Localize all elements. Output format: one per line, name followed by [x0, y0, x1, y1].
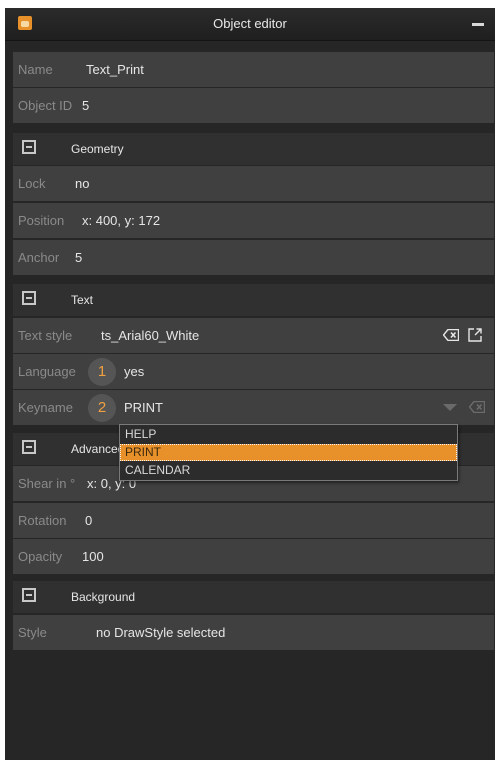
window-title: Object editor	[213, 16, 287, 31]
keyname-label: Keyname	[18, 400, 73, 415]
text-section-header[interactable]: Text	[13, 284, 494, 316]
step-badge: 1	[88, 358, 116, 386]
style-label: Style	[18, 625, 47, 640]
position-row: Position x: 400, y: 172	[13, 203, 494, 238]
dropdown-option[interactable]: CALENDAR	[120, 462, 457, 479]
lock-value[interactable]: no	[75, 166, 89, 201]
rotation-label: Rotation	[18, 513, 67, 528]
rotation-value[interactable]: 0	[85, 503, 92, 538]
collapse-icon[interactable]	[22, 291, 36, 305]
lock-label: Lock	[18, 176, 46, 191]
clear-icon[interactable]	[443, 329, 459, 341]
keyname-dropdown-list: HELP PRINT CALENDAR	[119, 424, 458, 481]
opacity-label: Opacity	[18, 549, 63, 564]
object-id-label: Object ID	[18, 98, 73, 113]
position-label: Position	[18, 213, 65, 228]
object-id-value: 5	[82, 98, 90, 113]
dropdown-arrow-icon[interactable]	[443, 404, 457, 411]
text-style-row: Text style ts_Arial60_White	[13, 318, 494, 353]
collapse-icon[interactable]	[22, 140, 36, 154]
anchor-value[interactable]: 5	[75, 240, 82, 275]
background-section-title: Background	[71, 590, 136, 604]
collapse-icon[interactable]	[22, 440, 36, 454]
style-value[interactable]: no DrawStyle selected	[96, 615, 225, 650]
language-label: Language	[18, 364, 76, 379]
keyname-row: Keyname 2 PRINT	[13, 390, 494, 425]
anchor-label: Anchor	[18, 250, 60, 265]
collapse-icon[interactable]	[22, 588, 36, 602]
anchor-row: Anchor 5	[13, 240, 494, 275]
position-value[interactable]: x: 400, y: 172	[82, 203, 160, 238]
opacity-value[interactable]: 100	[82, 539, 104, 574]
language-value[interactable]: yes	[124, 354, 144, 389]
text-style-label: Text style	[18, 328, 73, 343]
advanced-section-title: Advanced	[71, 442, 125, 456]
name-value[interactable]: Text_Print	[86, 52, 144, 87]
step-badge: 2	[88, 394, 116, 422]
text-section-title: Text	[71, 293, 94, 307]
open-external-icon[interactable]	[468, 328, 482, 342]
geometry-section-header[interactable]: Geometry	[13, 133, 494, 165]
geometry-section-title: Geometry	[71, 142, 124, 156]
text-style-value[interactable]: ts_Arial60_White	[101, 318, 199, 353]
keyname-select-value[interactable]: PRINT	[124, 390, 163, 425]
language-row: Language 1 yes	[13, 354, 494, 389]
dropdown-option[interactable]: HELP	[120, 426, 457, 443]
title-bar: Object editor	[5, 8, 495, 41]
object-id-row: Object ID 5	[13, 88, 494, 123]
style-row: Style no DrawStyle selected	[13, 615, 494, 650]
shear-label: Shear in °	[18, 476, 76, 491]
minimize-icon[interactable]	[472, 23, 484, 26]
background-section-header[interactable]: Background	[13, 581, 494, 613]
name-row: Name Text_Print	[13, 52, 494, 87]
dropdown-option-selected[interactable]: PRINT	[120, 444, 457, 461]
object-editor-panel: Object editor Name Text_Print Object ID …	[5, 8, 495, 760]
lock-row: Lock no	[13, 166, 494, 201]
opacity-row: Opacity 100	[13, 539, 494, 574]
name-label: Name	[18, 62, 53, 77]
clear-icon[interactable]	[469, 401, 485, 413]
rotation-row: Rotation 0	[13, 503, 494, 538]
